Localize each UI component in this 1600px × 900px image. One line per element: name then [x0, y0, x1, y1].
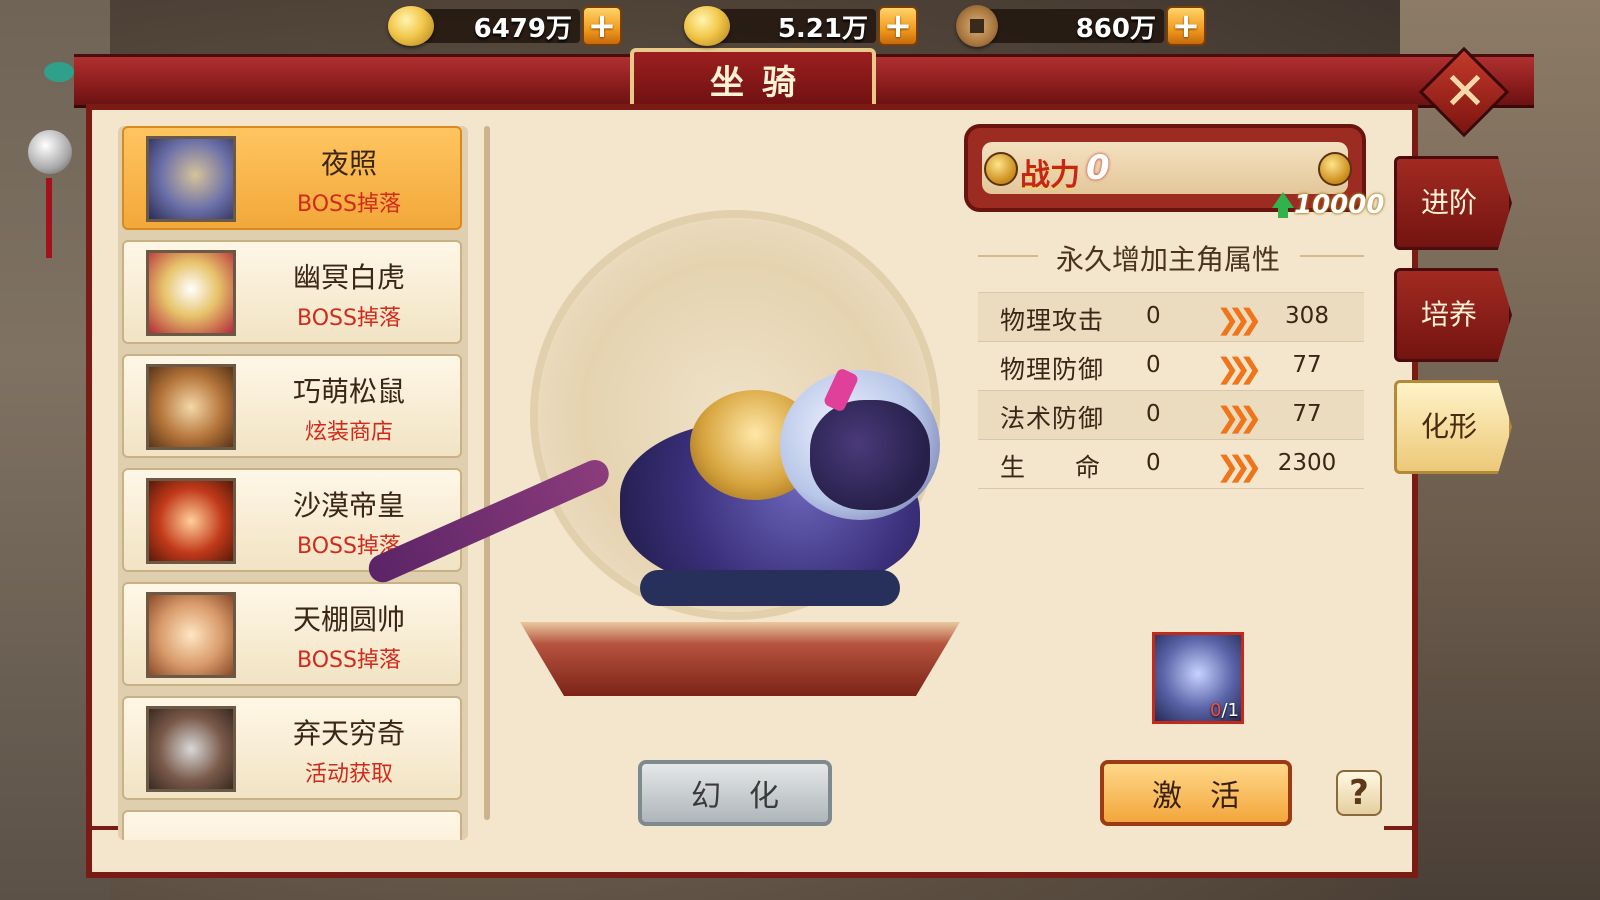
jade-ornament-icon [44, 62, 74, 82]
tab-advance[interactable]: 进阶 [1394, 156, 1512, 250]
activate-button[interactable]: 激活 [1100, 760, 1292, 826]
double-chevron-right-icon: ❯❯❯ [1216, 450, 1263, 483]
bound-ingot-currency: 5.21万 + [684, 4, 918, 48]
attributes-title: 永久增加主角属性 [1055, 243, 1280, 276]
mount-name: 弃天穷奇 [292, 717, 405, 750]
copper-coin-currency: 860万 + [956, 4, 1206, 48]
mount-portrait [146, 478, 236, 564]
attribute-next: 77 [1292, 401, 1322, 427]
mount-list-item-yezhao[interactable]: 夜照 BOSS掉落 [122, 126, 462, 230]
copper-coin-amount: 860万 [1075, 13, 1156, 44]
double-chevron-right-icon: ❯❯❯ [1216, 401, 1263, 434]
bound-ingot-icon [684, 6, 730, 46]
attribute-row: 法术防御 0 ❯❯❯ 77 [978, 390, 1364, 439]
tassel-icon [46, 178, 52, 258]
mount-list-item-partial[interactable] [122, 810, 462, 840]
attribute-next: 77 [1292, 352, 1322, 378]
close-icon[interactable]: ✕ [1438, 58, 1492, 126]
add-coin-button[interactable]: + [1166, 6, 1206, 46]
divider [1300, 255, 1364, 257]
mount-model[interactable] [600, 330, 940, 630]
mount-name: 沙漠帝皇 [292, 489, 405, 522]
attribute-name: 生命 [1000, 453, 1151, 482]
mount-list-item-qiaomeng-songshu[interactable]: 巧萌松鼠 炫装商店 [122, 354, 462, 458]
mount-portrait [146, 706, 236, 792]
page-title: 坐骑 [710, 62, 814, 103]
mount-paws-part [640, 570, 900, 606]
list-scrollbar[interactable] [484, 126, 490, 820]
mount-head-part [810, 400, 930, 510]
mount-portrait [146, 136, 236, 222]
attribute-current: 0 [1146, 303, 1161, 329]
title-plate: 坐骑 [630, 48, 876, 110]
mount-portrait [146, 364, 236, 450]
mount-pedestal [520, 622, 960, 696]
gold-ingot-currency: 6479万 + [388, 4, 622, 48]
item-have: 0 [1210, 700, 1222, 721]
frame-corner [1384, 826, 1418, 860]
mount-portrait [146, 592, 236, 678]
help-button[interactable]: ? [1336, 770, 1382, 816]
tab-train[interactable]: 培养 [1394, 268, 1512, 362]
item-count: 0/1 [1210, 700, 1239, 721]
attribute-name: 法术防御 [1000, 404, 1105, 433]
gold-amount: 6479万 [473, 13, 572, 44]
attribute-row: 物理攻击 0 ❯❯❯ 308 [978, 292, 1364, 341]
tab-transform[interactable]: 化形 [1394, 380, 1512, 474]
attribute-name: 物理攻击 [1000, 306, 1105, 335]
attribute-row: 物理防御 0 ❯❯❯ 77 [978, 341, 1364, 390]
bound-ingot-amount: 5.21万 [777, 13, 868, 44]
transform-button[interactable]: 幻化 [638, 760, 832, 826]
combat-power-label: 战力 [1020, 158, 1080, 193]
attribute-next: 2300 [1277, 450, 1337, 476]
mount-name: 巧萌松鼠 [292, 375, 405, 408]
combat-power-bonus: 10000 [1294, 190, 1385, 220]
attribute-current: 0 [1146, 352, 1161, 378]
mount-name: 幽冥白虎 [292, 261, 405, 294]
copper-coin-amount-bar: 860万 [986, 9, 1164, 44]
combat-power-value: 0 [1086, 148, 1110, 188]
mount-name: 夜照 [320, 147, 377, 180]
attribute-current: 0 [1146, 401, 1161, 427]
mount-list-item-tianpeng-yuanshuai[interactable]: 天棚圆帅 BOSS掉落 [122, 582, 462, 686]
mount-name: 天棚圆帅 [292, 603, 405, 636]
mount-source: 活动获取 [304, 762, 393, 787]
add-gold-button[interactable]: + [582, 6, 622, 46]
mount-source: BOSS掉落 [297, 306, 401, 331]
mount-list[interactable]: 夜照 BOSS掉落 幽冥白虎 BOSS掉落 巧萌松鼠 炫装商店 沙漠帝皇 BOS… [118, 126, 468, 840]
mount-list-item-youming-baihu[interactable]: 幽冥白虎 BOSS掉落 [122, 240, 462, 344]
attribute-next: 308 [1285, 303, 1329, 329]
gold-stud-icon [984, 152, 1018, 186]
gold-amount-bar: 6479万 [422, 9, 580, 44]
power-up-arrow-stem [1278, 206, 1288, 218]
attribute-current: 0 [1146, 450, 1161, 476]
copper-coin-icon [956, 5, 998, 47]
tab-label: 进阶 [1420, 186, 1477, 219]
tab-label: 化形 [1420, 410, 1477, 443]
attribute-row: 生命 0 ❯❯❯ 2300 [978, 439, 1364, 489]
double-chevron-right-icon: ❯❯❯ [1216, 352, 1263, 385]
bound-ingot-amount-bar: 5.21万 [718, 9, 876, 44]
mount-list-item-qitian-qiongqi[interactable]: 弃天穷奇 活动获取 [122, 696, 462, 800]
tab-label: 培养 [1420, 298, 1477, 331]
gold-stud-icon [1318, 152, 1352, 186]
mount-portrait [146, 250, 236, 336]
gold-ingot-icon [388, 6, 434, 46]
double-chevron-right-icon: ❯❯❯ [1216, 303, 1263, 336]
attributes-table: 物理攻击 0 ❯❯❯ 308 物理防御 0 ❯❯❯ 77 法术防御 0 ❯❯❯ … [978, 292, 1364, 489]
mount-source: BOSS掉落 [297, 648, 401, 673]
mount-source: BOSS掉落 [297, 192, 401, 217]
item-need: /1 [1221, 700, 1239, 721]
mount-source: 炫装商店 [304, 420, 393, 445]
bell-icon [28, 130, 72, 174]
add-bound-ingot-button[interactable]: + [878, 6, 918, 46]
frame-corner [86, 826, 120, 860]
attribute-name: 物理防御 [1000, 355, 1105, 384]
